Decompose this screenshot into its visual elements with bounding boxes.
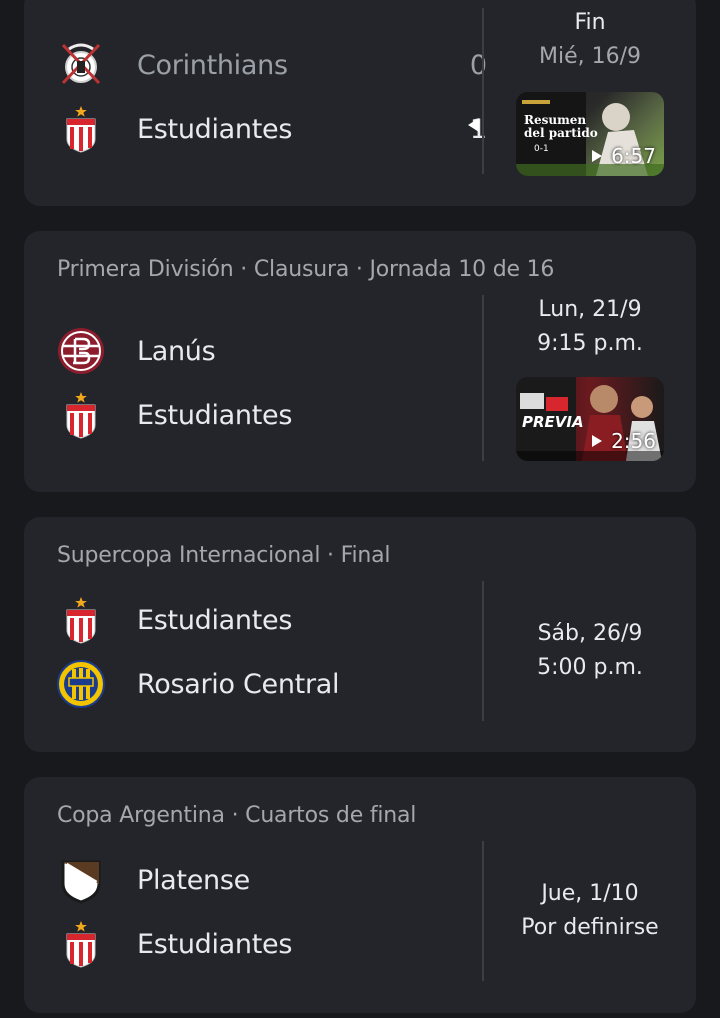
video-title: PREVIA: [522, 413, 584, 431]
estudiantes-crest-icon: [57, 596, 105, 644]
team-name: Estudiantes: [137, 400, 293, 431]
platense-crest-icon: [57, 856, 105, 904]
team-row-home: Estudiantes: [57, 596, 487, 644]
preview-video-thumbnail[interactable]: PREVIA 2:56: [516, 377, 664, 461]
divider: [482, 8, 484, 174]
rosario-central-crest-icon: [57, 660, 105, 708]
match-time: 9:15 p.m.: [537, 331, 643, 356]
team-name: Estudiantes: [137, 114, 293, 145]
team-name: Estudiantes: [137, 929, 293, 960]
competition-label: Supercopa Internacional · Final: [57, 543, 391, 568]
match-date: Mié, 16/9: [538, 44, 642, 69]
match-status: Fin Mié, 16/9: [506, 6, 674, 74]
winner-indicator-icon: [468, 118, 479, 132]
team-row-away: Estudiantes: [57, 920, 487, 968]
match-time: Por definirse: [521, 915, 659, 940]
match-card[interactable]: Supercopa Internacional · Final Estudian…: [24, 517, 696, 752]
match-date: Sáb, 26/9: [537, 621, 643, 646]
team-row-home: Lanús: [57, 327, 487, 375]
team-score: 0: [469, 50, 487, 81]
team-score: 1: [469, 114, 487, 145]
match-card[interactable]: Copa Argentina · Cuartos de final Platen…: [24, 777, 696, 1013]
corinthians-crest-icon: [57, 41, 105, 89]
match-schedule: Sáb, 26/9 5:00 p.m.: [506, 617, 674, 685]
team-name: Estudiantes: [137, 605, 293, 636]
divider: [482, 581, 484, 721]
match-card[interactable]: Corinthians 0 Estudiantes 1 Fin Mié, 16/…: [24, 0, 696, 206]
team-row-home: Corinthians 0: [57, 41, 487, 89]
video-duration: 6:57: [611, 144, 656, 168]
team-name: Rosario Central: [137, 669, 340, 700]
match-date: Jue, 1/10: [541, 881, 639, 906]
team-row-away: Estudiantes: [57, 391, 487, 439]
match-time: 5:00 p.m.: [537, 655, 643, 680]
video-title: Resumen del partido: [524, 113, 598, 140]
team-name: Lanús: [137, 336, 216, 367]
play-icon: [592, 435, 602, 447]
team-row-away: Rosario Central: [57, 660, 487, 708]
video-duration: 2:56: [611, 429, 656, 453]
play-icon: [592, 150, 602, 162]
divider: [482, 841, 484, 981]
match-date: Lun, 21/9: [538, 297, 642, 322]
estudiantes-crest-icon: [57, 105, 105, 153]
estudiantes-crest-icon: [57, 920, 105, 968]
divider: [482, 295, 484, 461]
team-row-away: Estudiantes 1: [57, 105, 487, 153]
competition-label: Copa Argentina · Cuartos de final: [57, 803, 417, 828]
match-schedule: Jue, 1/10 Por definirse: [506, 877, 674, 945]
team-row-home: Platense: [57, 856, 487, 904]
status-text: Fin: [574, 10, 606, 35]
team-name: Platense: [137, 865, 250, 896]
competition-label: Primera División · Clausura · Jornada 10…: [57, 257, 555, 282]
highlights-video-thumbnail[interactable]: Resumen del partido 0-1 6:57: [516, 92, 664, 176]
estudiantes-crest-icon: [57, 391, 105, 439]
team-name: Corinthians: [137, 50, 288, 81]
lanus-crest-icon: [57, 327, 105, 375]
match-card[interactable]: Primera División · Clausura · Jornada 10…: [24, 231, 696, 492]
video-score: 0-1: [534, 144, 549, 154]
match-schedule: Lun, 21/9 9:15 p.m.: [506, 293, 674, 361]
